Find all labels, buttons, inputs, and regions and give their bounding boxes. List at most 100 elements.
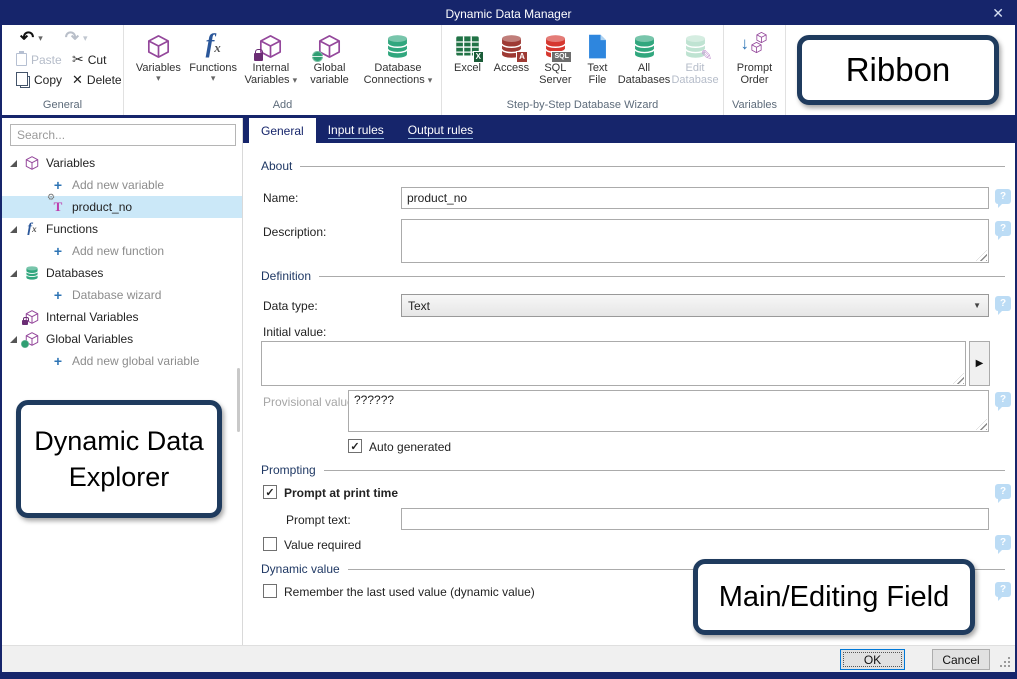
auto-generated-checkbox[interactable]: ✓ [348, 439, 362, 453]
tree-item-add-new-function[interactable]: + Add new function [2, 240, 242, 262]
internal-variables-button[interactable]: Internal Variables ▾ [242, 28, 301, 86]
expand-icon[interactable] [10, 270, 17, 277]
initial-value-expand-button[interactable]: ▶ [969, 341, 990, 386]
globe-icon [312, 51, 323, 62]
internal-variables-icon [24, 309, 40, 325]
text-variable-icon: ⚙T [50, 199, 66, 215]
group-label-add: Add [124, 99, 441, 115]
tab-general[interactable]: General [249, 118, 316, 143]
ribbon-group-variables: ↓ Prompt Order Variables [724, 25, 786, 115]
expand-icon[interactable] [10, 226, 17, 233]
help-icon[interactable]: ? [995, 189, 1011, 204]
data-type-select[interactable]: Text ▼ [401, 294, 989, 317]
redo-caret-icon: ▾ [83, 34, 88, 42]
tree-item-global-variables[interactable]: Global Variables [2, 328, 242, 350]
remember-last-value-checkbox[interactable] [263, 584, 277, 598]
expand-icon[interactable] [10, 160, 17, 167]
database-connections-icon [384, 33, 411, 60]
section-definition: Definition [261, 269, 1005, 283]
excel-button[interactable]: X Excel [446, 28, 489, 74]
functions-fx-icon: fx [206, 31, 221, 61]
help-icon[interactable]: ? [995, 484, 1011, 499]
tree-item-variables[interactable]: Variables [2, 152, 242, 174]
name-input[interactable] [401, 187, 989, 209]
expand-icon[interactable] [10, 336, 17, 343]
section-prompting: Prompting [261, 463, 1005, 477]
remember-last-value-label: Remember the last used value (dynamic va… [284, 585, 535, 599]
globe-icon [21, 340, 29, 348]
database-connections-caret-icon: ▾ [428, 75, 433, 85]
prompt-text-input[interactable] [401, 508, 989, 530]
initial-value-label: Initial value: [263, 325, 326, 339]
text-file-button[interactable]: Text File [578, 28, 617, 86]
tab-output-rules[interactable]: Output rules [396, 118, 485, 143]
functions-caret-icon: ▾ [211, 74, 216, 82]
copy-button[interactable]: Copy [16, 72, 62, 88]
variables-button[interactable]: Variables ▾ [132, 28, 185, 82]
prompt-at-print-time-checkbox[interactable]: ✓ [263, 485, 277, 499]
undo-icon: ↶ [20, 31, 34, 45]
ribbon-annotation: Ribbon [797, 35, 999, 105]
copy-icon [20, 76, 30, 88]
ok-button[interactable]: OK [840, 649, 905, 670]
help-icon[interactable]: ? [995, 221, 1011, 236]
main-field-annotation: Main/Editing Field [693, 559, 975, 635]
tree-item-product-no[interactable]: ⚙T product_no [2, 196, 242, 218]
internal-variables-caret-icon: ▾ [293, 75, 298, 85]
paste-button[interactable]: Paste [16, 51, 62, 68]
tab-strip: General Input rules Output rules [243, 118, 1015, 143]
redo-button[interactable]: ↷ ▾ [65, 31, 88, 45]
variables-cube-icon [145, 33, 172, 60]
tree-item-add-new-global-variable[interactable]: + Add new global variable [2, 350, 242, 372]
tree-item-databases[interactable]: Databases [2, 262, 242, 284]
main-editing-field: About Name: ? Description: ? Definition … [243, 143, 1015, 645]
sql-badge-icon: SQL [551, 51, 571, 63]
ribbon: ↶ ▾ ↷ ▾ Paste ✂ Cut [2, 25, 1015, 118]
search-input[interactable] [10, 124, 236, 146]
footer-bar: OK Cancel [2, 645, 1015, 672]
fx-icon: fx [24, 221, 40, 237]
dynamic-data-explorer: Variables + Add new variable ⚙T product_… [2, 118, 243, 645]
check-icon: ✓ [265, 486, 274, 499]
delete-icon: ✕ [72, 72, 83, 88]
tree-item-internal-variables[interactable]: Internal Variables [2, 306, 242, 328]
ribbon-group-general: ↶ ▾ ↷ ▾ Paste ✂ Cut [2, 25, 124, 115]
all-databases-icon [631, 33, 658, 60]
window-resize-grip[interactable] [1008, 665, 1010, 667]
access-button[interactable]: A Access [490, 28, 533, 74]
initial-value-textarea[interactable] [261, 341, 966, 386]
help-icon[interactable]: ? [995, 535, 1011, 550]
value-required-checkbox[interactable] [263, 537, 277, 551]
cut-button[interactable]: ✂ Cut [72, 51, 122, 68]
description-textarea[interactable] [401, 219, 989, 263]
close-icon[interactable]: ✕ [992, 5, 1004, 22]
provisional-value-textarea[interactable]: ?????? [348, 390, 989, 432]
help-icon[interactable]: ? [995, 582, 1011, 597]
prompt-order-button[interactable]: ↓ Prompt Order [728, 28, 781, 86]
global-variable-button[interactable]: Global variable [302, 28, 357, 86]
sidebar-scrollbar-thumb[interactable] [237, 368, 240, 432]
edit-database-button[interactable]: ✎ Edit Database [671, 28, 719, 86]
functions-button[interactable]: fx Functions ▾ [187, 28, 240, 82]
data-type-label: Data type: [263, 299, 318, 313]
database-icon [24, 265, 40, 281]
sql-server-button[interactable]: SQL SQL Server [534, 28, 577, 86]
delete-button[interactable]: ✕ Delete [72, 72, 122, 88]
group-label-wizard: Step-by-Step Database Wizard [442, 99, 723, 115]
title-bar: Dynamic Data Manager ✕ [2, 2, 1015, 25]
tab-input-rules[interactable]: Input rules [316, 118, 396, 143]
cancel-button[interactable]: Cancel [932, 649, 990, 670]
help-icon[interactable]: ? [995, 296, 1011, 311]
auto-generated-label: Auto generated [369, 440, 451, 454]
all-databases-button[interactable]: All Databases [618, 28, 670, 86]
tree-item-database-wizard[interactable]: + Database wizard [2, 284, 242, 306]
name-label: Name: [263, 191, 298, 205]
tree-item-add-new-variable[interactable]: + Add new variable [2, 174, 242, 196]
dynamic-data-manager-window: Dynamic Data Manager ✕ ↶ ▾ ↷ ▾ [0, 0, 1017, 679]
help-icon[interactable]: ? [995, 392, 1011, 407]
tree-item-functions[interactable]: fx Functions [2, 218, 242, 240]
access-badge-icon: A [516, 51, 528, 63]
paste-icon [16, 53, 27, 66]
undo-button[interactable]: ↶ ▾ [20, 31, 43, 45]
database-connections-button[interactable]: Database Connections ▾ [359, 28, 437, 86]
